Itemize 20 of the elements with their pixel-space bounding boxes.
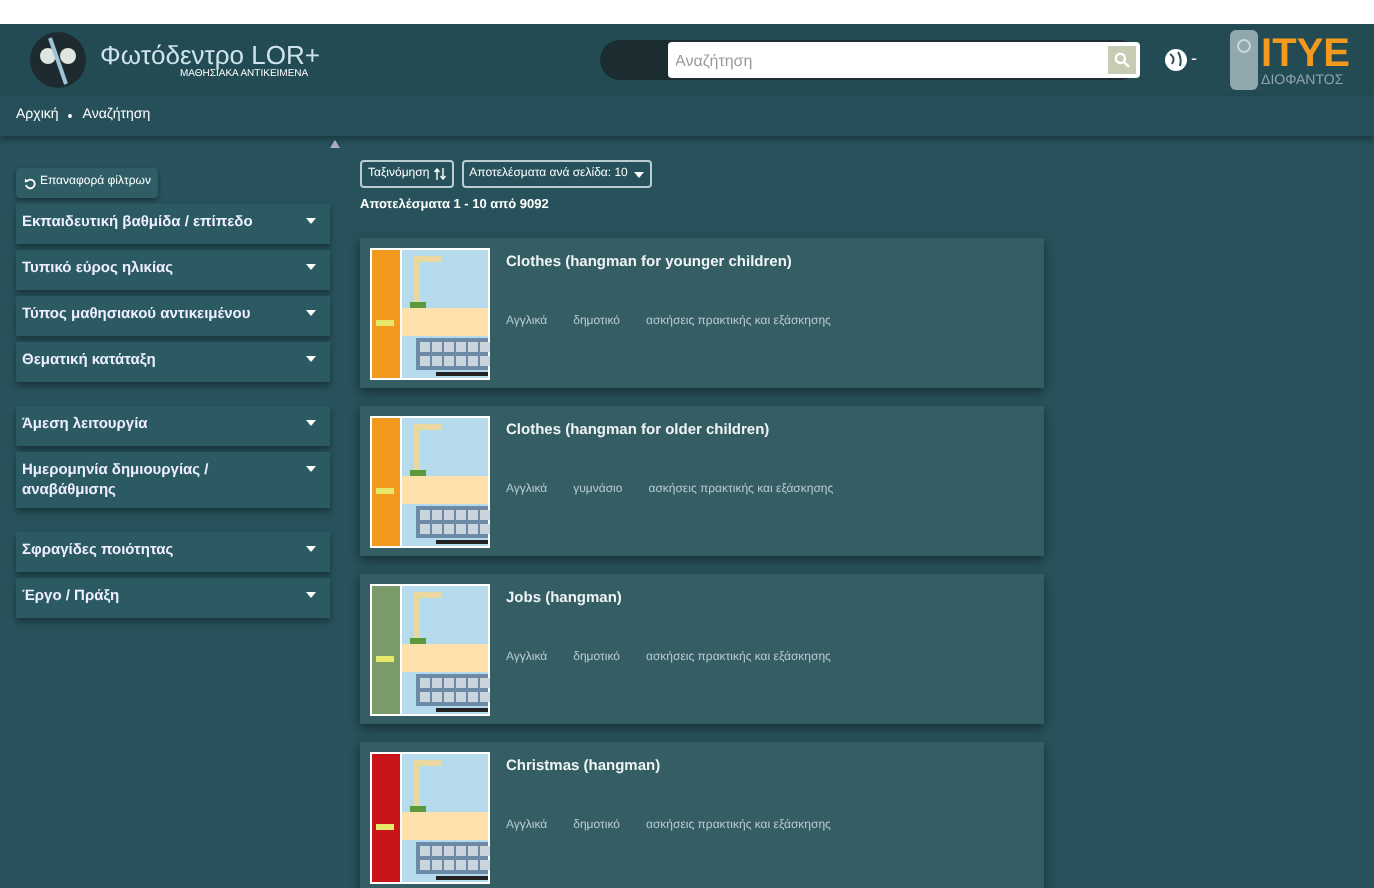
logo-title: Φωτόδεντρο LOR+ [100,41,320,67]
caret-icon [306,356,316,362]
caret-icon [633,171,644,177]
partner-logo-text: ΙΤΥΕ [1261,33,1350,73]
search-field[interactable]: Αναζήτηση [667,42,1104,78]
search-icon [1113,52,1130,68]
caret-icon [306,592,316,599]
caret-icon [306,420,316,426]
caret-icon [306,218,316,224]
reset-icon [24,177,36,189]
sort-icon [433,168,446,180]
caret-icon [306,466,316,472]
logo-icon [24,30,92,90]
caret-icon [306,546,316,553]
caret-icon [306,310,316,316]
scroll-up-icon[interactable] [330,140,340,148]
language-button[interactable]: - [1163,46,1198,74]
partner-logo-icon [1229,30,1258,90]
globe-icon [1163,48,1188,72]
caret-icon [306,264,316,270]
